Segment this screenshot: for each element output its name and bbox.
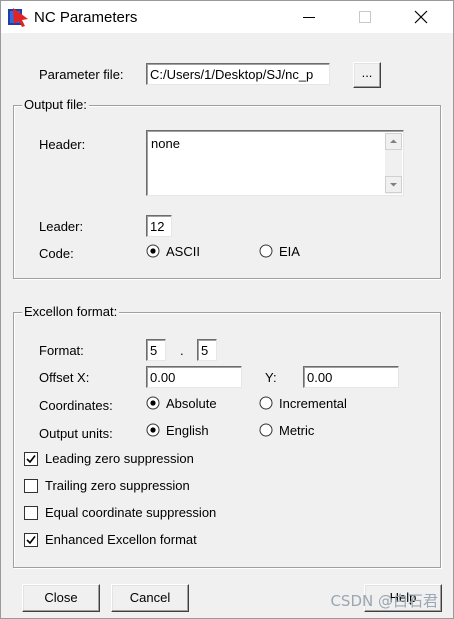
watermark-text: CSDN @白石君 <box>330 592 438 610</box>
parameter-file-input[interactable]: C:/Users/1/Desktop/SJ/nc_p <box>146 63 330 85</box>
maximize-icon <box>359 11 371 23</box>
checkbox-leading-zero[interactable] <box>24 452 38 466</box>
offset-y-input[interactable]: 0.00 <box>303 366 399 388</box>
format-separator: . <box>180 343 184 358</box>
header-scrollbar[interactable] <box>385 133 402 194</box>
leader-input[interactable]: 12 <box>146 215 172 237</box>
scroll-down-button[interactable] <box>385 176 402 193</box>
header-text: none <box>151 136 180 151</box>
code-eia-label[interactable]: EIA <box>279 244 300 259</box>
format-label: Format: <box>39 343 84 358</box>
radio-absolute[interactable] <box>146 396 160 410</box>
cancel-button[interactable]: Cancel <box>111 584 189 612</box>
units-metric-label[interactable]: Metric <box>279 423 314 438</box>
code-label: Code: <box>39 246 74 261</box>
maximize-button[interactable] <box>337 1 393 33</box>
arrow-down-icon <box>390 183 397 187</box>
radio-metric[interactable] <box>259 423 273 437</box>
radio-eia[interactable] <box>259 244 273 258</box>
offset-x-label: Offset X: <box>39 370 90 385</box>
coordinates-incremental-label[interactable]: Incremental <box>279 396 347 411</box>
app-icon <box>8 8 28 27</box>
format-decimal-input[interactable]: 5 <box>197 339 217 361</box>
radio-ascii[interactable] <box>146 244 160 258</box>
offset-x-input[interactable]: 0.00 <box>146 366 242 388</box>
header-textarea[interactable]: none <box>146 130 404 196</box>
radio-english[interactable] <box>146 423 160 437</box>
browse-button[interactable]: ... <box>353 62 381 88</box>
leading-zero-label[interactable]: Leading zero suppression <box>45 451 194 466</box>
trailing-zero-label[interactable]: Trailing zero suppression <box>45 478 190 493</box>
excellon-format-group-title: Excellon format: <box>22 304 120 319</box>
title-bar[interactable]: NC Parameters <box>1 1 453 33</box>
scroll-up-button[interactable] <box>385 133 402 150</box>
equal-coordinate-label[interactable]: Equal coordinate suppression <box>45 505 216 520</box>
window-title: NC Parameters <box>34 9 138 26</box>
close-window-button[interactable] <box>393 1 449 33</box>
offset-y-label: Y: <box>265 370 277 385</box>
close-icon <box>414 10 428 24</box>
checkbox-enhanced-excellon[interactable] <box>24 533 38 547</box>
arrow-up-icon <box>390 139 397 143</box>
enhanced-excellon-label[interactable]: Enhanced Excellon format <box>45 532 197 547</box>
nc-parameters-dialog: NC Parameters Parameter file: C:/Users/1… <box>0 0 454 619</box>
checkbox-trailing-zero[interactable] <box>24 479 38 493</box>
output-units-label: Output units: <box>39 426 113 441</box>
code-ascii-label[interactable]: ASCII <box>166 244 200 259</box>
radio-incremental[interactable] <box>259 396 273 410</box>
header-label: Header: <box>39 137 86 152</box>
units-english-label[interactable]: English <box>166 423 209 438</box>
coordinates-absolute-label[interactable]: Absolute <box>166 396 217 411</box>
format-integer-input[interactable]: 5 <box>146 339 166 361</box>
checkbox-equal-coordinate[interactable] <box>24 506 38 520</box>
output-file-group-title: Output file: <box>22 97 89 112</box>
minimize-button[interactable] <box>281 1 337 33</box>
leader-label: Leader: <box>39 219 84 234</box>
parameter-file-label: Parameter file: <box>39 67 124 82</box>
close-button[interactable]: Close <box>22 584 100 612</box>
coordinates-label: Coordinates: <box>39 398 113 413</box>
minimize-icon <box>303 17 315 18</box>
